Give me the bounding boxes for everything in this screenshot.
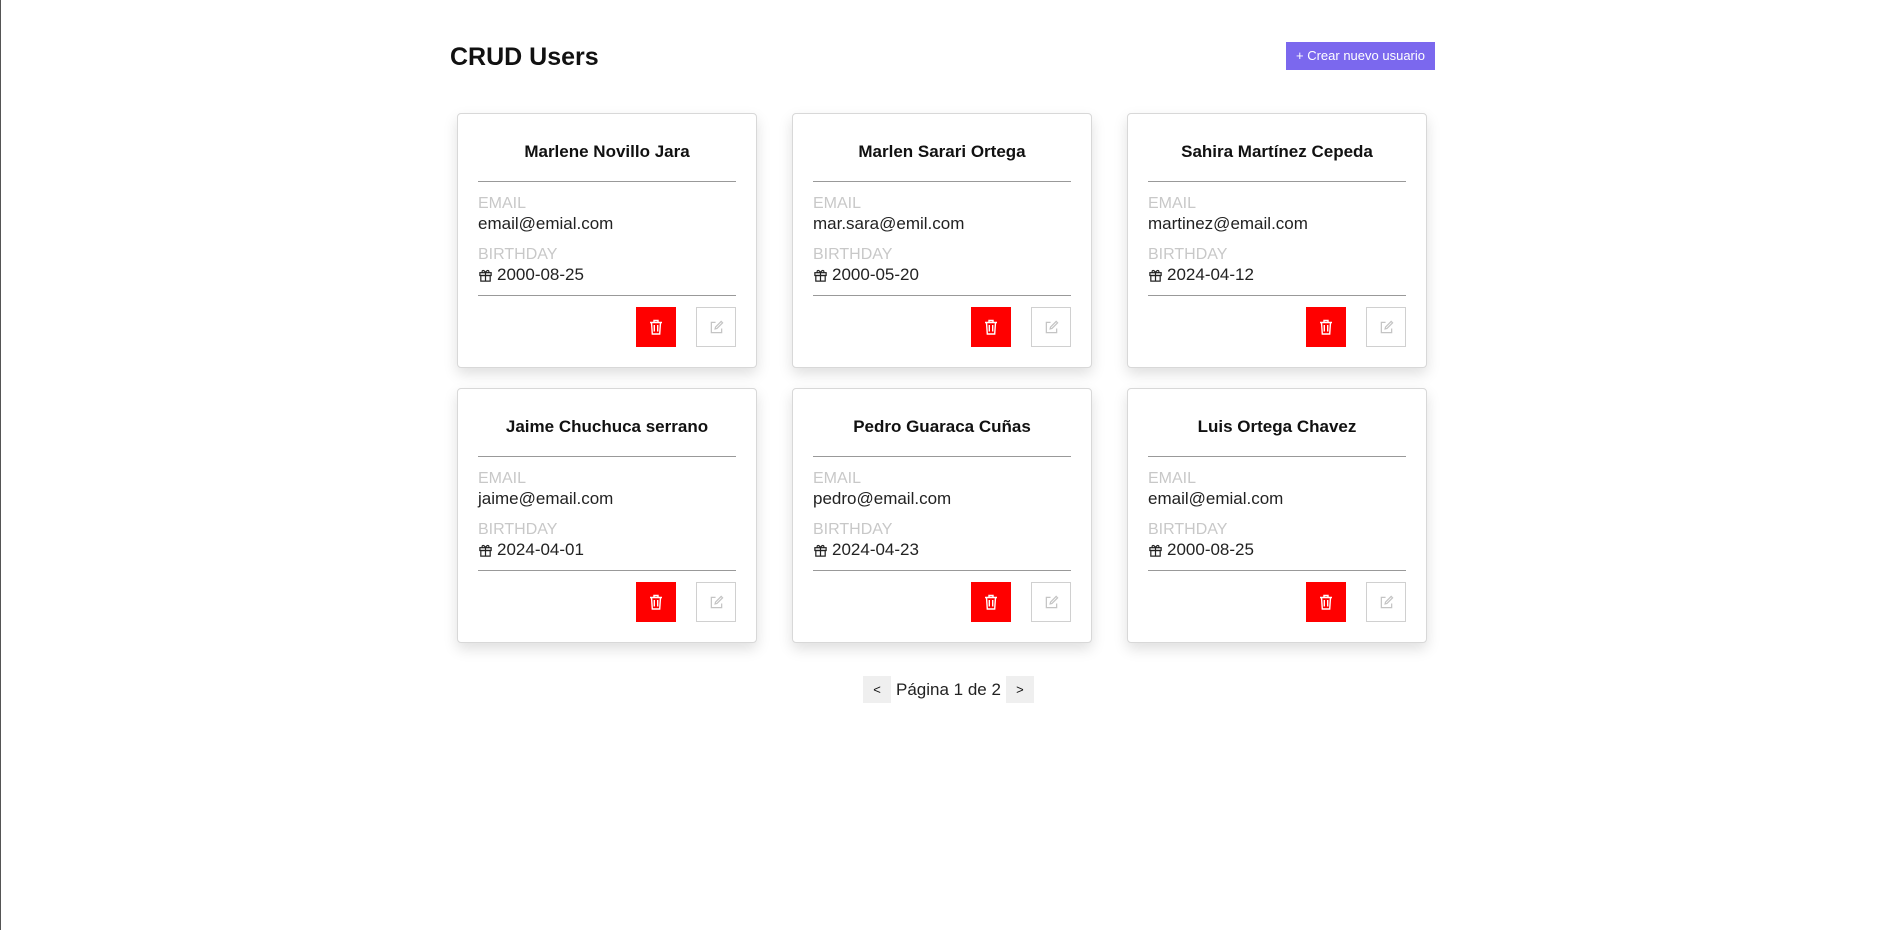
user-email: email@emial.com <box>1148 489 1284 508</box>
edit-icon <box>1045 320 1058 333</box>
delete-button[interactable] <box>1306 307 1346 347</box>
birthday-label: BIRTHDAY <box>1148 521 1228 538</box>
user-birthday: 2000-05-20 <box>832 265 919 284</box>
delete-button[interactable] <box>636 307 676 347</box>
user-birthday: 2000-08-25 <box>1167 540 1254 559</box>
birthday-label: BIRTHDAY <box>478 521 558 538</box>
email-label: EMAIL <box>813 470 862 487</box>
gift-icon <box>479 269 492 282</box>
trash-icon <box>1320 319 1332 335</box>
trash-icon <box>650 594 662 610</box>
edit-icon <box>1045 595 1058 608</box>
birthday-label: BIRTHDAY <box>813 521 893 538</box>
user-card: Jaime Chuchuca serrano EMAIL jaime@email… <box>457 388 757 643</box>
email-label: EMAIL <box>813 195 862 212</box>
trash-icon <box>985 319 997 335</box>
page-title: CRUD Users <box>450 43 599 71</box>
birthday-row: 2024-04-12 <box>1148 264 1406 296</box>
page-indicator: Página 1 de 2 <box>896 679 1001 699</box>
edit-icon <box>710 595 723 608</box>
user-email: jaime@email.com <box>478 489 614 508</box>
user-name: Sahira Martínez Cepeda <box>1148 114 1406 182</box>
birthday-row: 2000-08-25 <box>1148 539 1406 571</box>
edit-button[interactable] <box>1366 307 1406 347</box>
delete-button[interactable] <box>971 307 1011 347</box>
email-label: EMAIL <box>1148 470 1197 487</box>
birthday-row: 2000-08-25 <box>478 264 736 296</box>
edit-button[interactable] <box>696 307 736 347</box>
birthday-label: BIRTHDAY <box>1148 246 1228 263</box>
user-card-grid: Marlene Novillo Jara EMAIL email@emial.c… <box>457 113 1427 643</box>
prev-page-button[interactable]: < <box>863 676 891 703</box>
user-card: Marlen Sarari Ortega EMAIL mar.sara@emil… <box>792 113 1092 368</box>
user-name: Marlen Sarari Ortega <box>813 114 1071 182</box>
card-actions <box>813 582 1071 622</box>
delete-button[interactable] <box>971 582 1011 622</box>
edit-button[interactable] <box>696 582 736 622</box>
user-email: mar.sara@emil.com <box>813 214 965 233</box>
user-birthday: 2000-08-25 <box>497 265 584 284</box>
user-card: Sahira Martínez Cepeda EMAIL martinez@em… <box>1127 113 1427 368</box>
page: CRUD Users + Crear nuevo usuario Marlene… <box>0 0 1879 930</box>
pagination: < Página 1 de 2 > <box>863 676 1034 703</box>
user-name: Luis Ortega Chavez <box>1148 389 1406 457</box>
user-card: Pedro Guaraca Cuñas EMAIL pedro@email.co… <box>792 388 1092 643</box>
birthday-row: 2000-05-20 <box>813 264 1071 296</box>
email-label: EMAIL <box>478 195 527 212</box>
birthday-label: BIRTHDAY <box>478 246 558 263</box>
gift-icon <box>814 269 827 282</box>
page-header: CRUD Users + Crear nuevo usuario <box>450 42 1435 72</box>
user-name: Marlene Novillo Jara <box>478 114 736 182</box>
card-actions <box>478 307 736 347</box>
birthday-row: 2024-04-23 <box>813 539 1071 571</box>
gift-icon <box>1149 269 1162 282</box>
birthday-row: 2024-04-01 <box>478 539 736 571</box>
email-label: EMAIL <box>478 470 527 487</box>
card-actions <box>478 582 736 622</box>
trash-icon <box>1320 594 1332 610</box>
user-birthday: 2024-04-01 <box>497 540 584 559</box>
delete-button[interactable] <box>636 582 676 622</box>
user-card: Luis Ortega Chavez EMAIL email@emial.com… <box>1127 388 1427 643</box>
edit-icon <box>1380 595 1393 608</box>
user-email: email@emial.com <box>478 214 614 233</box>
edit-icon <box>710 320 723 333</box>
user-birthday: 2024-04-12 <box>1167 265 1254 284</box>
user-card: Marlene Novillo Jara EMAIL email@emial.c… <box>457 113 757 368</box>
edit-button[interactable] <box>1031 582 1071 622</box>
user-name: Jaime Chuchuca serrano <box>478 389 736 457</box>
birthday-label: BIRTHDAY <box>813 246 893 263</box>
gift-icon <box>1149 544 1162 557</box>
gift-icon <box>479 544 492 557</box>
gift-icon <box>814 544 827 557</box>
card-actions <box>813 307 1071 347</box>
user-email: pedro@email.com <box>813 489 952 508</box>
user-email: martinez@email.com <box>1148 214 1308 233</box>
card-actions <box>1148 307 1406 347</box>
email-label: EMAIL <box>1148 195 1197 212</box>
create-user-button[interactable]: + Crear nuevo usuario <box>1286 42 1435 70</box>
trash-icon <box>650 319 662 335</box>
edit-icon <box>1380 320 1393 333</box>
user-name: Pedro Guaraca Cuñas <box>813 389 1071 457</box>
card-actions <box>1148 582 1406 622</box>
edit-button[interactable] <box>1031 307 1071 347</box>
trash-icon <box>985 594 997 610</box>
edit-button[interactable] <box>1366 582 1406 622</box>
delete-button[interactable] <box>1306 582 1346 622</box>
user-birthday: 2024-04-23 <box>832 540 919 559</box>
next-page-button[interactable]: > <box>1005 676 1034 703</box>
